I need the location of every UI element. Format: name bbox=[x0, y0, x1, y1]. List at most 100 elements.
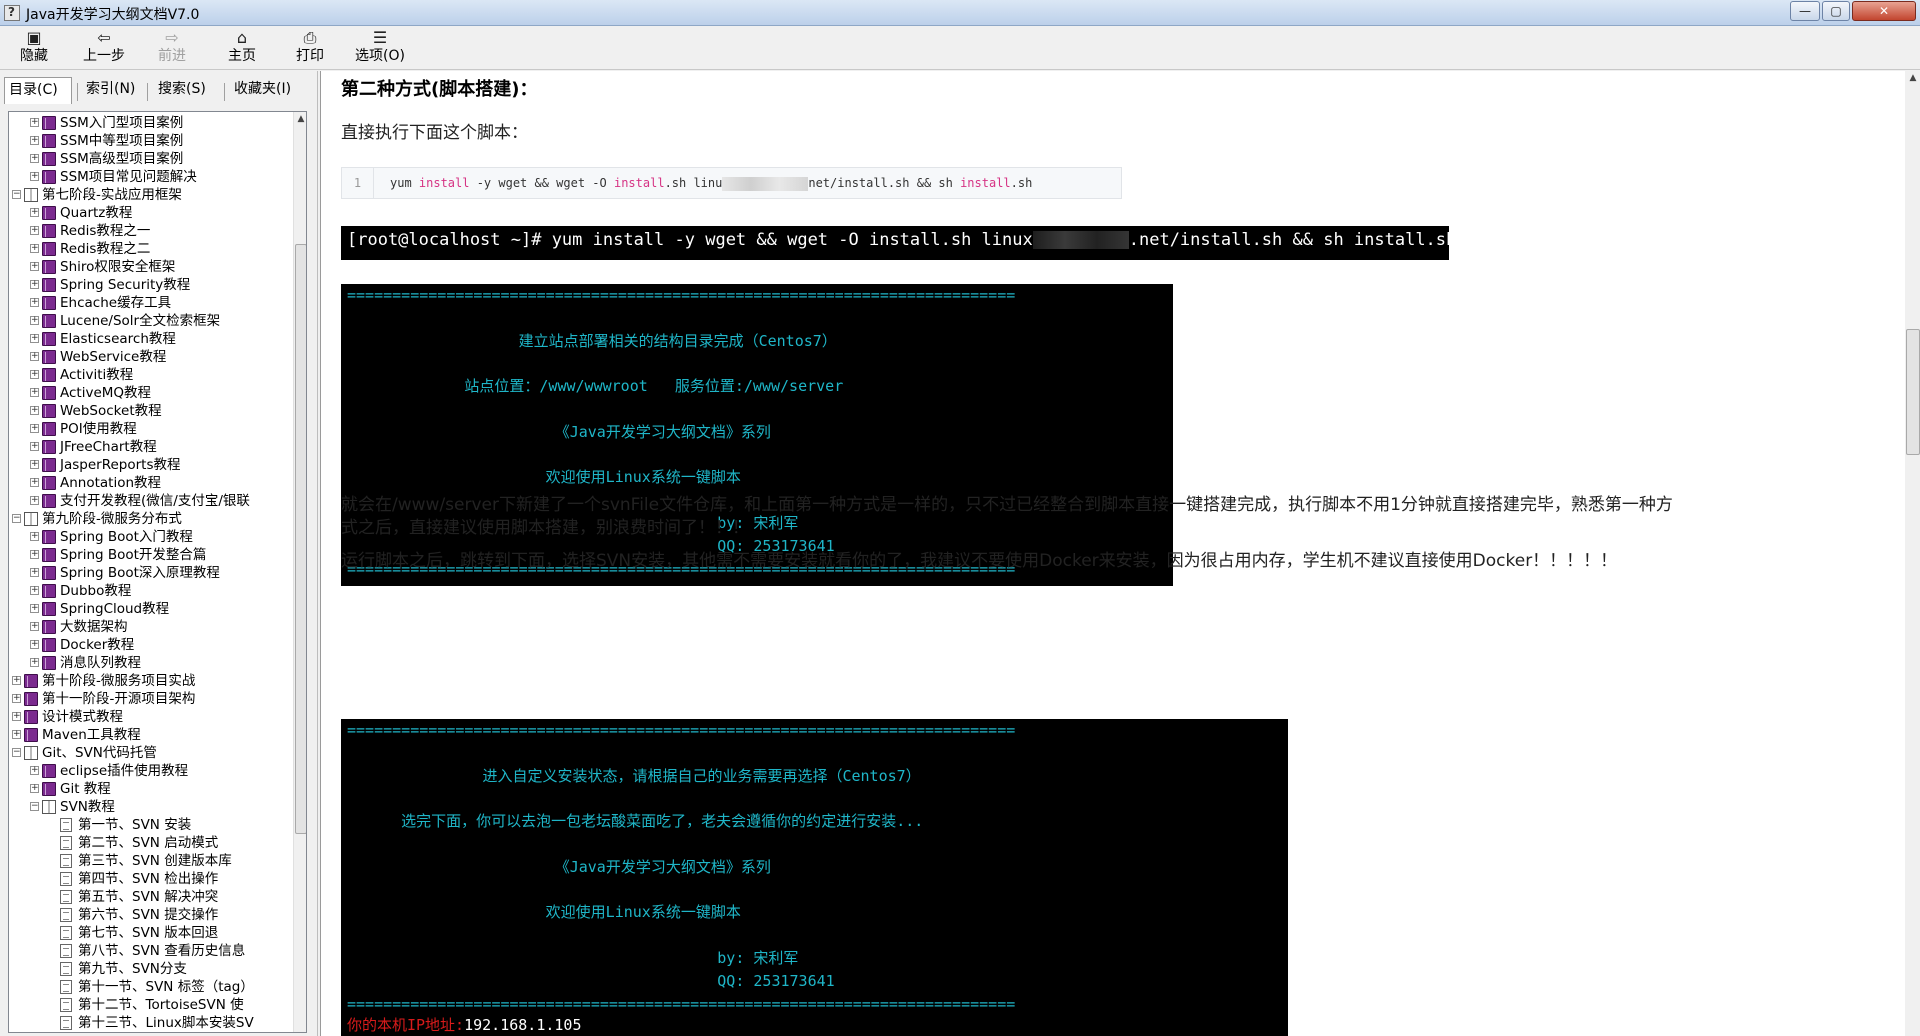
expand-icon[interactable]: + bbox=[12, 730, 21, 739]
tree-item[interactable]: + 支付开发教程(微信/支付宝/银联 bbox=[9, 492, 293, 510]
expand-icon[interactable]: + bbox=[30, 118, 39, 127]
tree-item[interactable]: + SSM入门型项目案例 bbox=[9, 114, 293, 132]
tab-favorites[interactable]: 收藏夹(I) bbox=[230, 77, 295, 104]
expand-icon[interactable]: + bbox=[30, 316, 39, 325]
expand-icon[interactable]: + bbox=[30, 352, 39, 361]
expand-icon[interactable]: + bbox=[30, 388, 39, 397]
close-button[interactable]: ✕ bbox=[1852, 1, 1916, 21]
expand-icon[interactable]: + bbox=[30, 604, 39, 613]
tree-item[interactable]: + 设计模式教程 bbox=[9, 708, 293, 726]
tree-scrollbar[interactable]: ▲ bbox=[293, 112, 306, 1032]
tree-item[interactable]: 第二节、SVN 启动模式 bbox=[9, 834, 293, 852]
tree-item[interactable]: + Shiro权限安全框架 bbox=[9, 258, 293, 276]
tree-item[interactable]: + Docker教程 bbox=[9, 636, 293, 654]
tree-item[interactable]: 第五节、SVN 解决冲突 bbox=[9, 888, 293, 906]
tree-item[interactable]: − 第七阶段-实战应用框架 bbox=[9, 186, 293, 204]
content-scroll-thumb[interactable] bbox=[1906, 329, 1920, 455]
expand-icon[interactable]: + bbox=[30, 586, 39, 595]
expand-icon[interactable]: + bbox=[12, 712, 21, 721]
tree-item[interactable]: + Ehcache缓存工具 bbox=[9, 294, 293, 312]
contents-tree[interactable]: + SSM入门型项目案例 + SSM中等型项目案例 + SSM高级型项目案例 + SSM项目常… bbox=[9, 112, 293, 1032]
content-scrollbar[interactable]: ▲ bbox=[1905, 71, 1920, 1036]
tree-item[interactable]: 第七节、SVN 版本回退 bbox=[9, 924, 293, 942]
expand-icon[interactable]: + bbox=[30, 460, 39, 469]
tree-item[interactable]: 第一节、SVN 安装 bbox=[9, 816, 293, 834]
tree-item[interactable]: − 第九阶段-微服务分布式 bbox=[9, 510, 293, 528]
expand-icon[interactable]: + bbox=[30, 208, 39, 217]
expand-icon[interactable]: + bbox=[30, 568, 39, 577]
collapse-icon[interactable]: − bbox=[12, 190, 21, 199]
minimize-button[interactable]: — bbox=[1790, 1, 1820, 21]
tree-item[interactable]: + WebSocket教程 bbox=[9, 402, 293, 420]
tree-item[interactable]: + ActiveMQ教程 bbox=[9, 384, 293, 402]
expand-icon[interactable]: + bbox=[30, 244, 39, 253]
tree-item[interactable]: + Spring Boot深入原理教程 bbox=[9, 564, 293, 582]
tree-scroll-thumb[interactable] bbox=[295, 244, 306, 834]
expand-icon[interactable]: + bbox=[30, 658, 39, 667]
expand-icon[interactable]: + bbox=[30, 424, 39, 433]
tree-item[interactable]: + Maven工具教程 bbox=[9, 726, 293, 744]
expand-icon[interactable]: + bbox=[30, 622, 39, 631]
tab-index[interactable]: 索引(N) bbox=[82, 77, 139, 104]
back-button[interactable]: ⇦ 上一步 bbox=[76, 29, 132, 69]
expand-icon[interactable]: + bbox=[30, 766, 39, 775]
tree-item[interactable]: + 消息队列教程 bbox=[9, 654, 293, 672]
tree-item[interactable]: + 第十一阶段-开源项目架构 bbox=[9, 690, 293, 708]
tree-item[interactable]: + 大数据架构 bbox=[9, 618, 293, 636]
expand-icon[interactable]: + bbox=[30, 136, 39, 145]
tree-item[interactable]: 第三节、SVN 创建版本库 bbox=[9, 852, 293, 870]
expand-icon[interactable]: + bbox=[30, 784, 39, 793]
tree-item[interactable]: + Redis教程之二 bbox=[9, 240, 293, 258]
tree-item[interactable]: 第十一节、SVN 标签（tag） bbox=[9, 978, 293, 996]
tree-item[interactable]: + Redis教程之一 bbox=[9, 222, 293, 240]
maximize-button[interactable]: ▢ bbox=[1822, 1, 1850, 21]
expand-icon[interactable]: + bbox=[30, 154, 39, 163]
forward-button[interactable]: ⇨ 前进 bbox=[144, 29, 200, 69]
tree-item[interactable]: + SSM项目常见问题解决 bbox=[9, 168, 293, 186]
expand-icon[interactable]: + bbox=[30, 640, 39, 649]
collapse-icon[interactable]: − bbox=[30, 802, 39, 811]
expand-icon[interactable]: + bbox=[30, 478, 39, 487]
tree-item[interactable]: + SpringCloud教程 bbox=[9, 600, 293, 618]
tree-item[interactable]: 第九节、SVN分支 bbox=[9, 960, 293, 978]
tree-item[interactable]: − Git、SVN代码托管 bbox=[9, 744, 293, 762]
collapse-icon[interactable]: − bbox=[12, 748, 21, 757]
expand-icon[interactable]: + bbox=[30, 226, 39, 235]
tree-item[interactable]: 第十三节、Linux脚本安装SV bbox=[9, 1014, 293, 1032]
tree-item[interactable]: 第四节、SVN 检出操作 bbox=[9, 870, 293, 888]
scroll-up-arrow-icon[interactable]: ▲ bbox=[294, 112, 306, 126]
tree-item[interactable]: 第六节、SVN 提交操作 bbox=[9, 906, 293, 924]
tree-item[interactable]: + Dubbo教程 bbox=[9, 582, 293, 600]
tree-item[interactable]: + POI使用教程 bbox=[9, 420, 293, 438]
help-app-icon[interactable] bbox=[4, 5, 20, 21]
tree-item[interactable]: + Quartz教程 bbox=[9, 204, 293, 222]
hide-button[interactable]: ▣ 隐藏 bbox=[6, 29, 62, 69]
expand-icon[interactable]: + bbox=[30, 370, 39, 379]
tree-item[interactable]: + eclipse插件使用教程 bbox=[9, 762, 293, 780]
scroll-up-arrow-icon[interactable]: ▲ bbox=[1906, 71, 1920, 85]
tree-item[interactable]: + JasperReports教程 bbox=[9, 456, 293, 474]
tree-item[interactable]: + Spring Boot入门教程 bbox=[9, 528, 293, 546]
expand-icon[interactable]: + bbox=[30, 496, 39, 505]
tree-item[interactable]: + 第十阶段-微服务项目实战 bbox=[9, 672, 293, 690]
tree-item[interactable]: + Git 教程 bbox=[9, 780, 293, 798]
collapse-icon[interactable]: − bbox=[12, 514, 21, 523]
expand-icon[interactable]: + bbox=[12, 676, 21, 685]
expand-icon[interactable]: + bbox=[30, 406, 39, 415]
tree-item[interactable]: 第十二节、TortoiseSVN 使 bbox=[9, 996, 293, 1014]
expand-icon[interactable]: + bbox=[30, 280, 39, 289]
expand-icon[interactable]: + bbox=[30, 442, 39, 451]
tree-item[interactable]: + Lucene/Solr全文检索框架 bbox=[9, 312, 293, 330]
tree-item[interactable]: + Elasticsearch教程 bbox=[9, 330, 293, 348]
tab-search[interactable]: 搜索(S) bbox=[154, 77, 210, 104]
print-button[interactable]: ⎙ 打印 bbox=[282, 29, 338, 69]
expand-icon[interactable]: + bbox=[30, 298, 39, 307]
tree-item[interactable]: + Activiti教程 bbox=[9, 366, 293, 384]
tree-item[interactable]: + SSM高级型项目案例 bbox=[9, 150, 293, 168]
expand-icon[interactable]: + bbox=[30, 334, 39, 343]
tree-item[interactable]: + Annotation教程 bbox=[9, 474, 293, 492]
expand-icon[interactable]: + bbox=[30, 172, 39, 181]
expand-icon[interactable]: + bbox=[30, 550, 39, 559]
tree-item[interactable]: + Spring Security教程 bbox=[9, 276, 293, 294]
home-button[interactable]: ⌂ 主页 bbox=[214, 29, 270, 69]
